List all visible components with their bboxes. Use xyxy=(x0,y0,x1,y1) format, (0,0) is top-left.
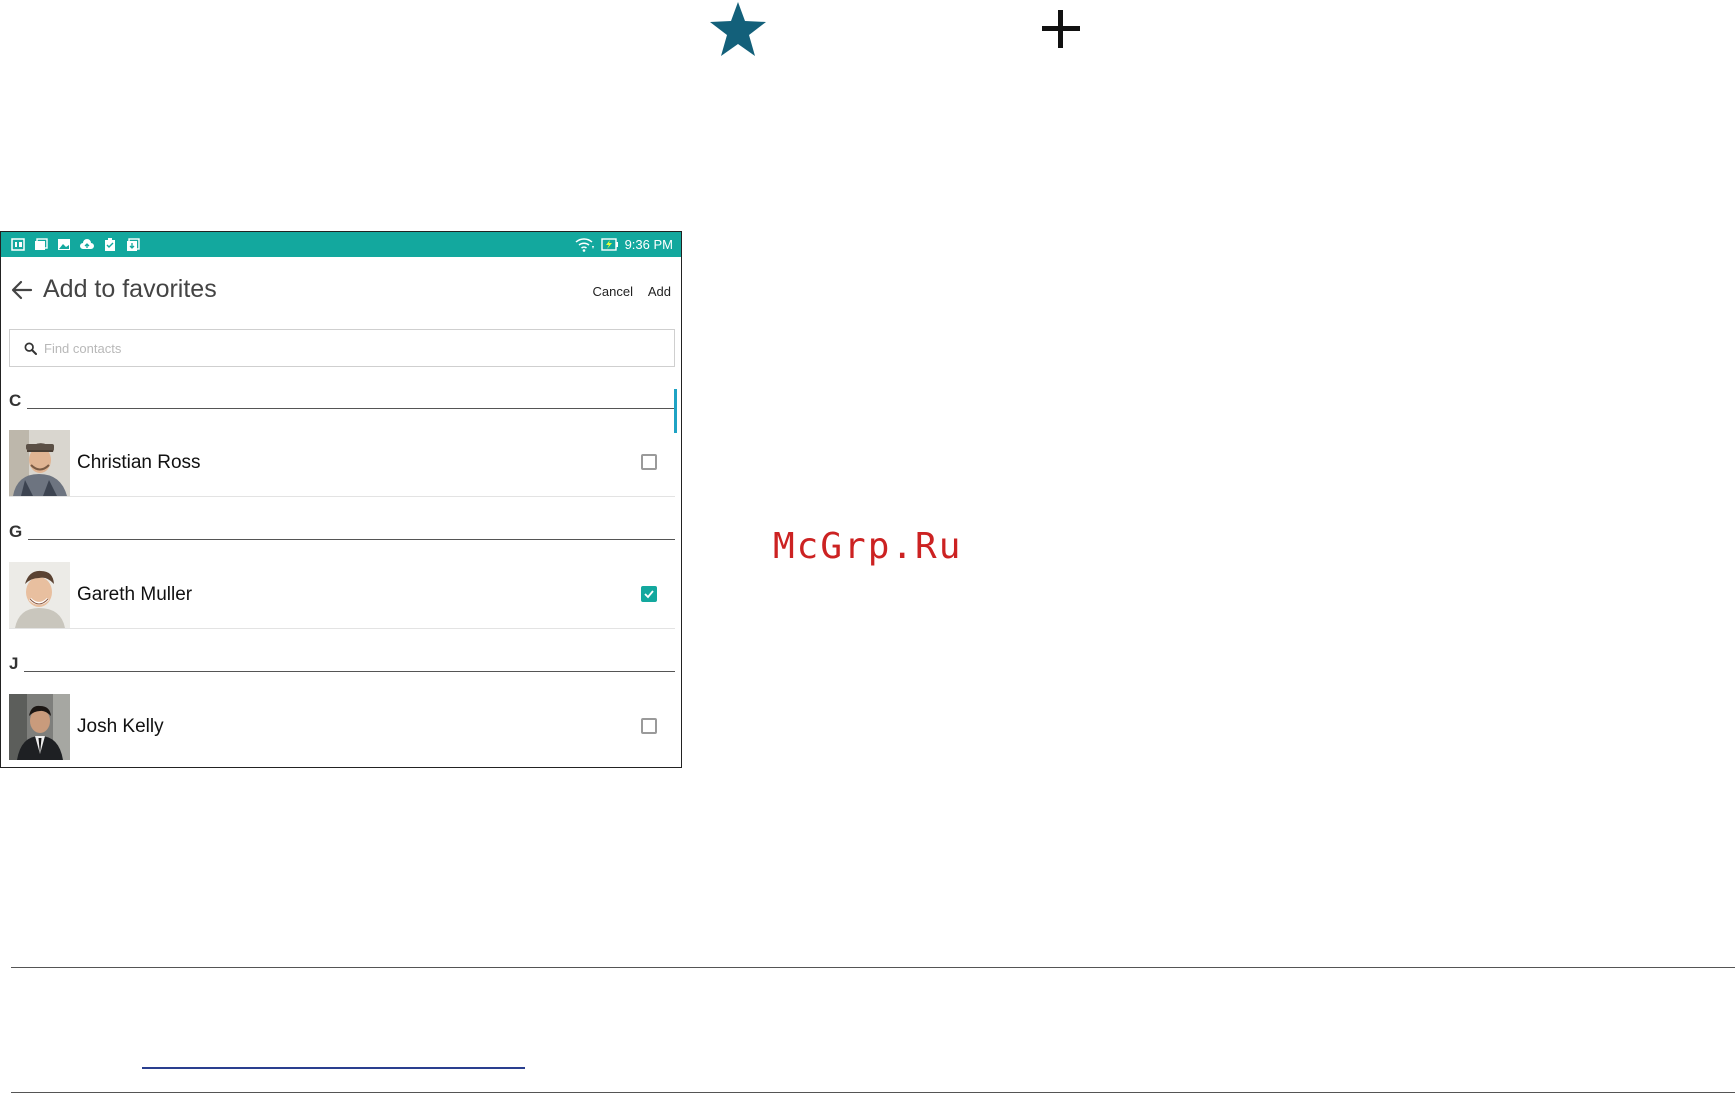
favorite-checkbox[interactable] xyxy=(641,454,657,470)
section-divider xyxy=(24,671,675,672)
section-header-j: J xyxy=(9,652,675,674)
search-icon xyxy=(24,342,37,355)
contact-row-gareth-muller[interactable]: Gareth Muller xyxy=(9,560,675,629)
back-arrow-icon[interactable] xyxy=(11,279,33,301)
cloud-upload-icon xyxy=(80,239,94,249)
section-divider xyxy=(27,408,675,409)
contact-name: Gareth Muller xyxy=(77,584,193,605)
search-input[interactable] xyxy=(42,339,646,357)
cancel-button[interactable]: Cancel xyxy=(593,284,633,299)
search-box[interactable] xyxy=(9,329,675,367)
clipboard-check-icon xyxy=(105,238,115,251)
download-icon xyxy=(127,238,140,251)
avatar xyxy=(9,694,70,760)
contact-name: Josh Kelly xyxy=(77,716,164,737)
plus-icon xyxy=(1042,10,1080,48)
add-button[interactable]: Add xyxy=(648,284,671,299)
app-bar: Add to favorites Cancel Add xyxy=(1,257,681,323)
section-letter: J xyxy=(9,654,19,673)
scrollbar[interactable] xyxy=(674,389,677,433)
app-notification-icon xyxy=(11,238,25,251)
link-underline xyxy=(142,1067,525,1069)
status-time: 9:36 PM xyxy=(624,237,673,252)
section-letter: G xyxy=(9,522,23,541)
horizontal-rule xyxy=(11,1092,1735,1093)
section-divider xyxy=(28,539,675,540)
battery-charging-icon xyxy=(600,238,618,251)
avatar xyxy=(9,430,70,496)
gallery-icon xyxy=(35,238,48,250)
phone-screenshot: 9:36 PM Add to favorites Cancel Add C xyxy=(0,231,682,768)
wifi-icon xyxy=(575,238,594,252)
contact-row-christian-ross[interactable]: Christian Ross xyxy=(9,428,675,497)
contact-name: Christian Ross xyxy=(77,452,201,473)
section-header-g: G xyxy=(9,520,675,542)
watermark: McGrp.Ru xyxy=(773,526,963,567)
section-letter: C xyxy=(9,391,22,410)
star-icon xyxy=(710,2,766,56)
image-icon xyxy=(58,239,70,250)
horizontal-rule xyxy=(11,967,1735,968)
favorite-checkbox[interactable] xyxy=(641,718,657,734)
status-bar: 9:36 PM xyxy=(1,232,681,257)
avatar xyxy=(9,562,70,628)
contact-row-josh-kelly[interactable]: Josh Kelly xyxy=(9,692,675,760)
favorite-checkbox-checked[interactable] xyxy=(641,586,657,602)
check-icon xyxy=(644,590,654,599)
page-title: Add to favorites xyxy=(43,275,217,303)
section-header-c: C xyxy=(9,389,675,411)
